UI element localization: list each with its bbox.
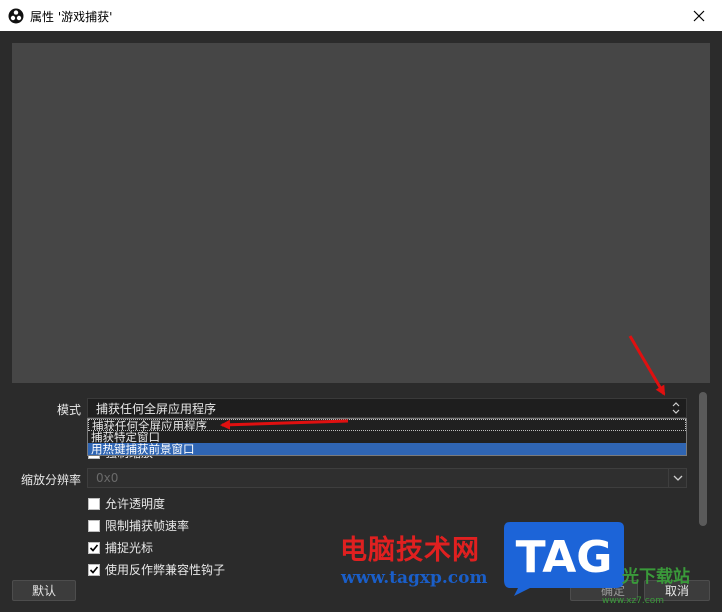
watermark-site-url: www.xz7.com <box>602 596 664 606</box>
source-preview <box>12 43 710 383</box>
anticheat-hook-checkbox[interactable]: 使用反作弊兼容性钩子 <box>88 561 225 578</box>
mode-select[interactable]: 捕获任何全屏应用程序 <box>87 398 687 418</box>
checkbox-box <box>88 519 100 532</box>
watermark-url: www.tagxp.com <box>341 568 488 588</box>
checkbox-box-checked <box>88 541 100 554</box>
mode-label: 模式 <box>57 403 82 417</box>
tag-logo-icon: TAG <box>504 522 624 596</box>
scale-resolution-combo[interactable]: 0x0 <box>87 468 687 488</box>
checkmark-icon <box>89 565 99 574</box>
title-bar: 属性 '游戏捕获' <box>0 0 722 31</box>
checkbox-box <box>88 497 100 510</box>
chevron-down-icon[interactable] <box>668 469 686 487</box>
scale-resolution-value: 0x0 <box>96 471 119 485</box>
form-scrollbar[interactable] <box>699 392 707 526</box>
scale-resolution-label: 缩放分辨率 <box>21 473 82 487</box>
capture-cursor-checkbox[interactable]: 捕捉光标 <box>88 539 153 556</box>
window-title: 属性 '游戏捕获' <box>30 10 113 24</box>
allow-transparency-checkbox[interactable]: 允许透明度 <box>88 495 165 512</box>
mode-dropdown-list: 捕获任何全屏应用程序 捕获特定窗口 用热键捕获前景窗口 <box>87 418 687 456</box>
checkmark-icon <box>89 543 99 552</box>
mode-select-value: 捕获任何全屏应用程序 <box>96 401 217 416</box>
watermark-chinese: 电脑技术网 <box>340 535 480 566</box>
dropdown-option[interactable]: 捕获特定窗口 <box>88 431 686 443</box>
tag-logo-text: TAG <box>516 532 613 583</box>
defaults-button[interactable]: 默认 <box>12 580 76 601</box>
dropdown-option-selected[interactable]: 用热键捕获前景窗口 <box>88 443 686 455</box>
close-button[interactable] <box>676 0 722 31</box>
watermark-site: 光下载站 <box>622 567 690 587</box>
checkbox-box-checked <box>88 563 100 576</box>
limit-framerate-checkbox[interactable]: 限制捕获帧速率 <box>88 517 189 534</box>
obs-logo-icon <box>8 8 24 24</box>
updown-chevron-icon <box>672 402 680 414</box>
close-icon <box>693 10 705 21</box>
dropdown-option[interactable]: 捕获任何全屏应用程序 <box>88 419 686 431</box>
